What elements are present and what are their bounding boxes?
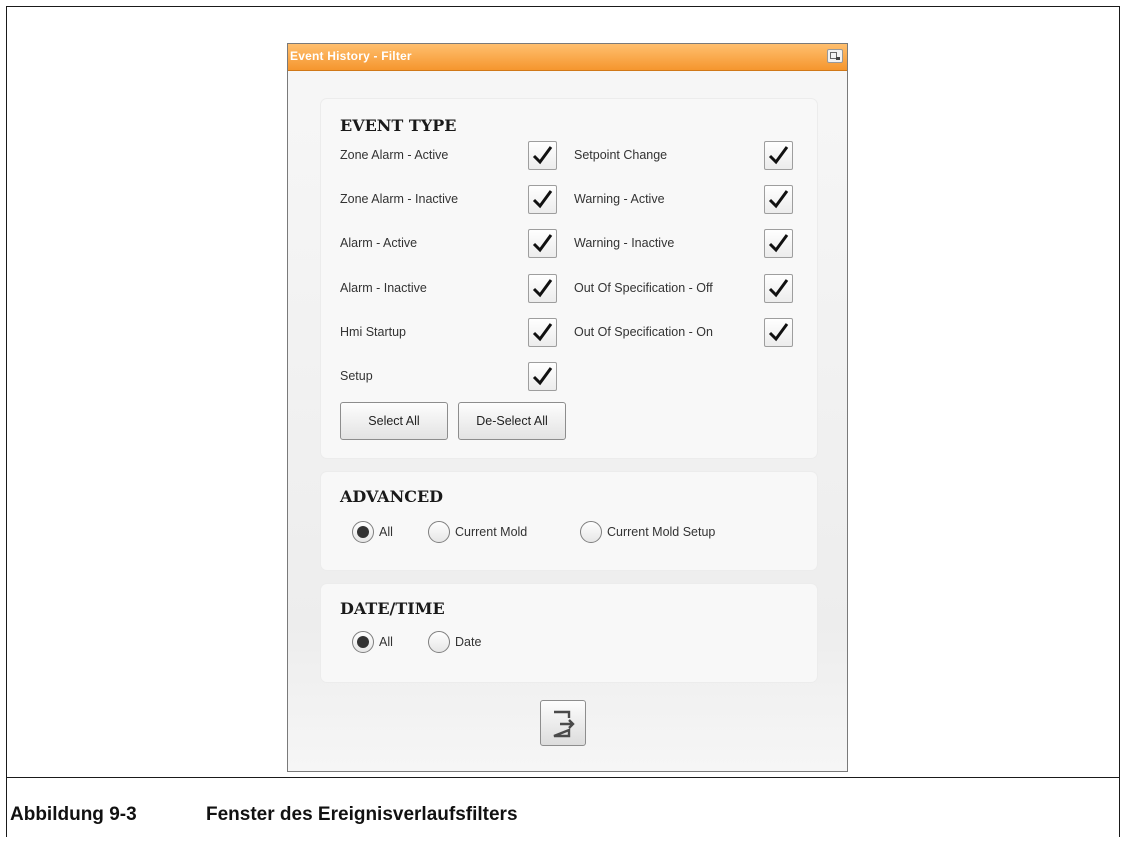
- radio-label-datetime-all: All: [379, 635, 393, 649]
- checkmark-icon: [768, 279, 789, 298]
- checkbox-warning-active[interactable]: [764, 185, 793, 214]
- event-type-panel: EVENT TYPE Zone Alarm - Active Zone Alar…: [321, 99, 817, 458]
- radio-advanced-current-mold[interactable]: [428, 521, 450, 543]
- radio-label-advanced-all: All: [379, 525, 393, 539]
- checkbox-out-of-spec-on[interactable]: [764, 318, 793, 347]
- checkbox-zone-alarm-active[interactable]: [528, 141, 557, 170]
- advanced-panel: ADVANCED All Current Mold Current Mold S…: [321, 472, 817, 570]
- checkbox-setpoint-change[interactable]: [764, 141, 793, 170]
- checkbox-label-out-of-spec-on: Out Of Specification - On: [574, 325, 713, 339]
- deselect-all-button[interactable]: De-Select All: [458, 402, 566, 440]
- checkbox-label-hmi-startup: Hmi Startup: [340, 325, 406, 339]
- radio-label-current-mold-setup: Current Mold Setup: [607, 525, 716, 539]
- date-time-heading: DATE/TIME: [340, 599, 445, 618]
- checkbox-setup[interactable]: [528, 362, 557, 391]
- checkmark-icon: [532, 279, 553, 298]
- checkmark-icon: [768, 323, 789, 342]
- checkbox-label-setpoint-change: Setpoint Change: [574, 148, 668, 162]
- dialog-title: Event History - Filter: [290, 49, 412, 63]
- event-history-filter-dialog: Event History - Filter EVENT TYPE Zone A…: [287, 43, 848, 772]
- radio-label-date: Date: [455, 635, 482, 649]
- date-time-panel: DATE/TIME All Date: [321, 584, 817, 682]
- checkbox-out-of-spec-off[interactable]: [764, 274, 793, 303]
- checkbox-label-alarm-active: Alarm - Active: [340, 236, 418, 250]
- event-type-heading: EVENT TYPE: [340, 116, 457, 135]
- checkbox-label-alarm-inactive: Alarm - Inactive: [340, 281, 427, 295]
- checkmark-icon: [532, 234, 553, 253]
- radio-label-current-mold: Current Mold: [455, 525, 528, 539]
- figure-caption: Abbildung 9-3 Fenster des Ereignisverlauf…: [10, 804, 518, 826]
- checkbox-label-warning-active: Warning - Active: [574, 192, 665, 206]
- window-minimize-icon[interactable]: [827, 49, 843, 63]
- radio-advanced-current-mold-setup[interactable]: [580, 521, 602, 543]
- checkbox-label-zone-alarm-active: Zone Alarm - Active: [340, 148, 449, 162]
- title-bar: Event History - Filter: [288, 44, 847, 71]
- checkmark-icon: [532, 367, 553, 386]
- caption-separator: [6, 777, 1120, 778]
- radio-datetime-date[interactable]: [428, 631, 450, 653]
- checkmark-icon: [768, 146, 789, 165]
- advanced-heading: ADVANCED: [340, 487, 444, 506]
- checkmark-icon: [768, 234, 789, 253]
- checkbox-label-setup: Setup: [340, 369, 373, 383]
- radio-datetime-all[interactable]: [352, 631, 374, 653]
- checkmark-icon: [532, 146, 553, 165]
- checkbox-label-warning-inactive: Warning - Inactive: [574, 236, 675, 250]
- checkbox-alarm-active[interactable]: [528, 229, 557, 258]
- figure-number: Abbildung 9-3: [10, 804, 137, 825]
- exit-button[interactable]: [540, 700, 586, 746]
- checkbox-label-zone-alarm-inactive: Zone Alarm - Inactive: [340, 192, 459, 206]
- figure-caption-text: Fenster des Ereignisverlaufsfilters: [206, 804, 518, 825]
- checkbox-zone-alarm-inactive[interactable]: [528, 185, 557, 214]
- select-all-button[interactable]: Select All: [340, 402, 448, 440]
- exit-icon: [553, 710, 575, 738]
- checkbox-label-out-of-spec-off: Out Of Specification - Off: [574, 281, 713, 295]
- checkbox-warning-inactive[interactable]: [764, 229, 793, 258]
- checkmark-icon: [532, 190, 553, 209]
- checkmark-icon: [768, 190, 789, 209]
- radio-advanced-all[interactable]: [352, 521, 374, 543]
- checkbox-alarm-inactive[interactable]: [528, 274, 557, 303]
- checkbox-hmi-startup[interactable]: [528, 318, 557, 347]
- checkmark-icon: [532, 323, 553, 342]
